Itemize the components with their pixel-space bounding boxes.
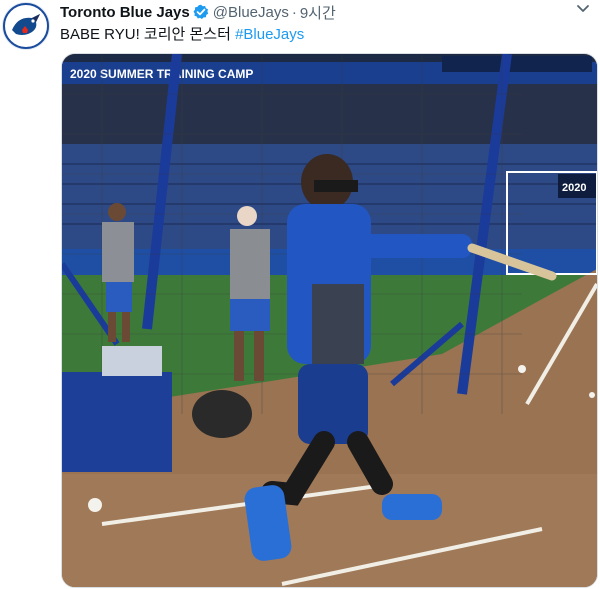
separator-dot: · — [291, 3, 297, 21]
tweet-text-body: BABE RYU! 코리안 몬스터 — [60, 26, 236, 43]
blue-jays-logo-icon — [3, 3, 49, 49]
account-handle[interactable]: @BlueJays — [213, 4, 289, 21]
batting-practice-scene: 2020 SUMMER TRAINING CAMP 2020 — [62, 54, 597, 587]
chevron-down-icon — [577, 5, 589, 12]
avatar[interactable] — [2, 2, 50, 50]
hashtag-link[interactable]: #BlueJays — [235, 26, 304, 43]
account-name[interactable]: Toronto Blue Jays — [60, 4, 190, 21]
more-options-button[interactable] — [572, 0, 594, 18]
tweet-card: Toronto Blue Jays @BlueJays · 9시간 BABE R… — [0, 0, 600, 589]
banner-text: 2020 SUMMER TRAINING CAMP — [70, 67, 253, 81]
tweet-timestamp[interactable]: 9시간 — [300, 2, 336, 23]
tweet-text: BABE RYU! 코리안 몬스터 #BlueJays — [60, 23, 304, 44]
verified-badge-icon — [193, 4, 209, 20]
tweet-header: Toronto Blue Jays @BlueJays · 9시간 — [60, 2, 336, 22]
scoreboard-text: 2020 — [562, 182, 586, 194]
tweet-media-video[interactable]: 2020 SUMMER TRAINING CAMP 2020 — [61, 53, 598, 588]
